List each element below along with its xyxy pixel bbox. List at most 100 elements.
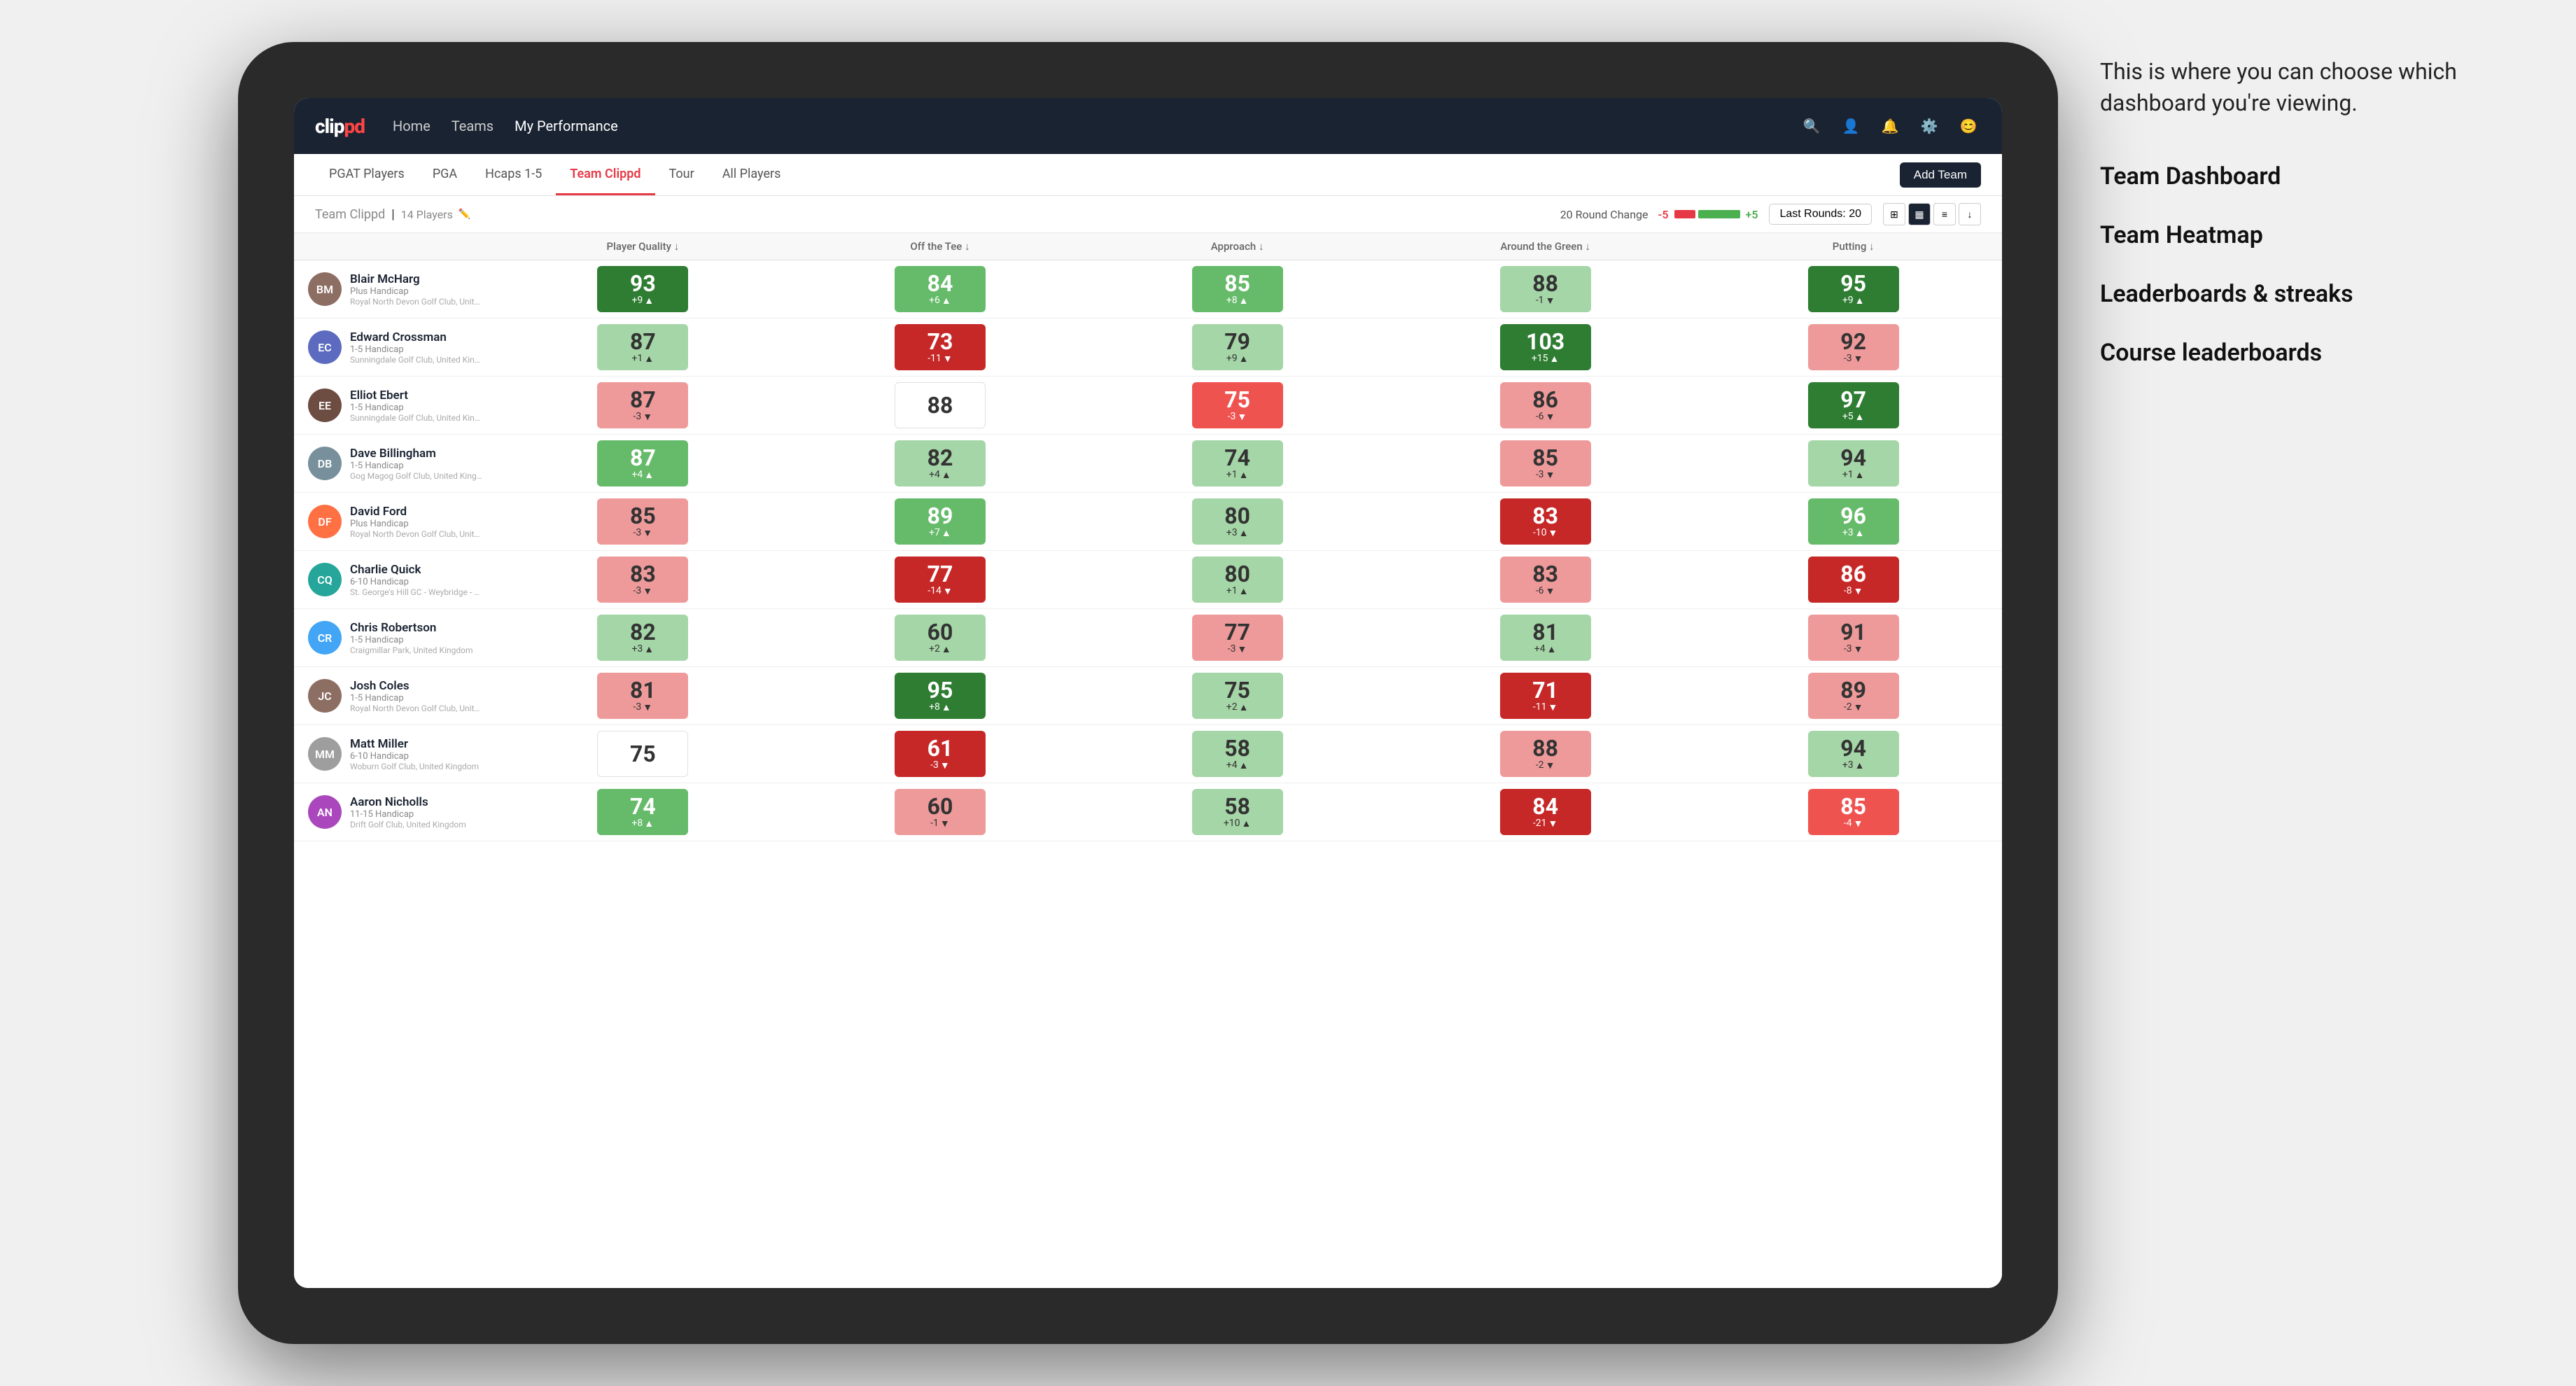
sub-tab-all-players[interactable]: All Players [708, 154, 795, 195]
trend-up-icon [644, 643, 654, 655]
score-change: +3 [1226, 527, 1249, 539]
player-handicap: 11-15 Handicap [350, 809, 466, 820]
annotation-item: Course leaderboards [2100, 337, 2520, 368]
table-row: AN Aaron Nicholls 11-15 Handicap Drift G… [294, 783, 2002, 841]
score-change: -3 [1228, 411, 1247, 423]
player-cell[interactable]: AN Aaron Nicholls 11-15 Handicap Drift G… [294, 783, 494, 841]
score-cell-1: 73 -11 [792, 318, 1089, 377]
player-cell[interactable]: DF David Ford Plus Handicap Royal North … [294, 493, 494, 551]
score-cell-block: 77 -3 [1192, 615, 1283, 661]
score-cell-3: 88 -2 [1386, 725, 1704, 783]
score-value: 94 [1840, 447, 1866, 469]
score-value: 80 [1224, 505, 1250, 527]
score-change: +7 [929, 527, 951, 539]
download-button[interactable]: ↓ [1959, 203, 1981, 225]
trend-down-icon [1548, 527, 1558, 539]
player-cell[interactable]: JC Josh Coles 1-5 Handicap Royal North D… [294, 667, 494, 725]
score-value: 93 [630, 272, 656, 295]
table-row: JC Josh Coles 1-5 Handicap Royal North D… [294, 667, 2002, 725]
score-cell-block: 88 -1 [1500, 266, 1591, 312]
score-value: 81 [630, 679, 656, 701]
table-header: Player Quality ↓Off the Tee ↓Approach ↓A… [294, 233, 2002, 260]
player-cell[interactable]: BM Blair McHarg Plus Handicap Royal Nort… [294, 260, 494, 318]
trend-down-icon [1854, 818, 1863, 830]
score-cell-0: 93 +9 [494, 260, 792, 318]
score-change: -3 [930, 760, 950, 771]
player-name: Elliot Ebert [350, 388, 483, 402]
player-club: St. George's Hill GC - Weybridge - Surre… [350, 587, 483, 597]
player-info: Josh Coles 1-5 Handicap Royal North Devo… [350, 679, 483, 713]
score-cell-4: 97 +5 [1704, 377, 2002, 435]
score-value: 89 [927, 505, 953, 527]
trend-up-icon [941, 527, 951, 539]
score-cell-2: 58 +4 [1088, 725, 1386, 783]
trend-up-icon [1239, 469, 1249, 481]
score-value: 86 [1532, 388, 1558, 411]
player-info: David Ford Plus Handicap Royal North Dev… [350, 505, 483, 539]
navbar-item-my-performance[interactable]: My Performance [514, 115, 618, 137]
score-value: 75 [630, 743, 656, 765]
navbar-item-home[interactable]: Home [393, 115, 430, 137]
user-icon[interactable]: 👤 [1838, 113, 1863, 139]
table-row: DB Dave Billingham 1-5 Handicap Gog Mago… [294, 435, 2002, 493]
trend-up-icon [1855, 295, 1865, 307]
player-cell[interactable]: EE Elliot Ebert 1-5 Handicap Sunningdale… [294, 377, 494, 435]
player-info: Matt Miller 6-10 Handicap Woburn Golf Cl… [350, 737, 479, 771]
trend-up-icon [1855, 527, 1865, 539]
trend-up-icon [644, 469, 654, 481]
trend-down-icon [643, 411, 652, 423]
grid-view-button[interactable]: ⊞ [1883, 203, 1905, 225]
navbar: clippd HomeTeamsMy Performance 🔍 👤 🔔 ⚙️ … [294, 98, 2002, 154]
sub-tab-pga[interactable]: PGA [419, 154, 471, 195]
score-value: 84 [927, 272, 953, 295]
table-row: BM Blair McHarg Plus Handicap Royal Nort… [294, 260, 2002, 318]
negative-bar [1674, 210, 1695, 218]
score-cell-block: 89 +7 [895, 498, 986, 545]
score-cell-block: 74 +1 [1192, 440, 1283, 486]
settings-icon[interactable]: ⚙️ [1917, 113, 1942, 139]
navbar-icons: 🔍 👤 🔔 ⚙️ 😊 [1799, 113, 1981, 139]
annotation-callout: This is where you can choose which dashb… [2100, 56, 2520, 119]
player-name: Edward Crossman [350, 330, 483, 344]
score-cell-1: 82 +4 [792, 435, 1089, 493]
sub-tab-team-clippd[interactable]: Team Clippd [556, 154, 654, 195]
player-cell[interactable]: MM Matt Miller 6-10 Handicap Woburn Golf… [294, 725, 494, 783]
score-change: -3 [634, 527, 653, 539]
sub-tab-tour[interactable]: Tour [655, 154, 708, 195]
bell-icon[interactable]: 🔔 [1877, 113, 1903, 139]
list-view-button[interactable]: ≡ [1933, 203, 1956, 225]
table-row: EC Edward Crossman 1-5 Handicap Sunningd… [294, 318, 2002, 377]
trend-down-icon [1546, 760, 1555, 771]
sub-tab-hcaps-1-5[interactable]: Hcaps 1-5 [471, 154, 556, 195]
trend-down-icon [943, 353, 953, 365]
heatmap-view-button[interactable]: ▦ [1908, 203, 1931, 225]
player-cell[interactable]: DB Dave Billingham 1-5 Handicap Gog Mago… [294, 435, 494, 493]
trend-down-icon [1854, 643, 1863, 655]
score-cell-block: 79 +9 [1192, 324, 1283, 370]
table-header-row: Player Quality ↓Off the Tee ↓Approach ↓A… [294, 233, 2002, 260]
score-cell-2: 74 +1 [1088, 435, 1386, 493]
sub-tab-pgat-players[interactable]: PGAT Players [315, 154, 419, 195]
score-value: 87 [630, 447, 656, 469]
player-handicap: 1-5 Handicap [350, 693, 483, 704]
player-cell[interactable]: CQ Charlie Quick 6-10 Handicap St. Georg… [294, 551, 494, 609]
score-change: -3 [1844, 353, 1863, 365]
score-change: -8 [1844, 585, 1863, 597]
last-rounds-button[interactable]: Last Rounds: 20 [1769, 204, 1872, 225]
player-name: David Ford [350, 505, 483, 519]
table-row: CQ Charlie Quick 6-10 Handicap St. Georg… [294, 551, 2002, 609]
score-cell-block: 85 +8 [1192, 266, 1283, 312]
player-cell[interactable]: CR Chris Robertson 1-5 Handicap Craigmil… [294, 609, 494, 667]
score-cell-block: 73 -11 [895, 324, 986, 370]
trend-up-icon [1239, 760, 1249, 771]
edit-icon[interactable]: ✏️ [458, 209, 470, 220]
score-value: 85 [1840, 795, 1866, 818]
score-value: 86 [1840, 563, 1866, 585]
add-team-button[interactable]: Add Team [1900, 162, 1981, 188]
player-cell[interactable]: EC Edward Crossman 1-5 Handicap Sunningd… [294, 318, 494, 377]
search-icon[interactable]: 🔍 [1799, 113, 1824, 139]
profile-icon[interactable]: 😊 [1956, 113, 1981, 139]
score-cell-4: 94 +1 [1704, 435, 2002, 493]
score-cell-block: 94 +3 [1808, 731, 1899, 777]
navbar-item-teams[interactable]: Teams [451, 115, 493, 137]
